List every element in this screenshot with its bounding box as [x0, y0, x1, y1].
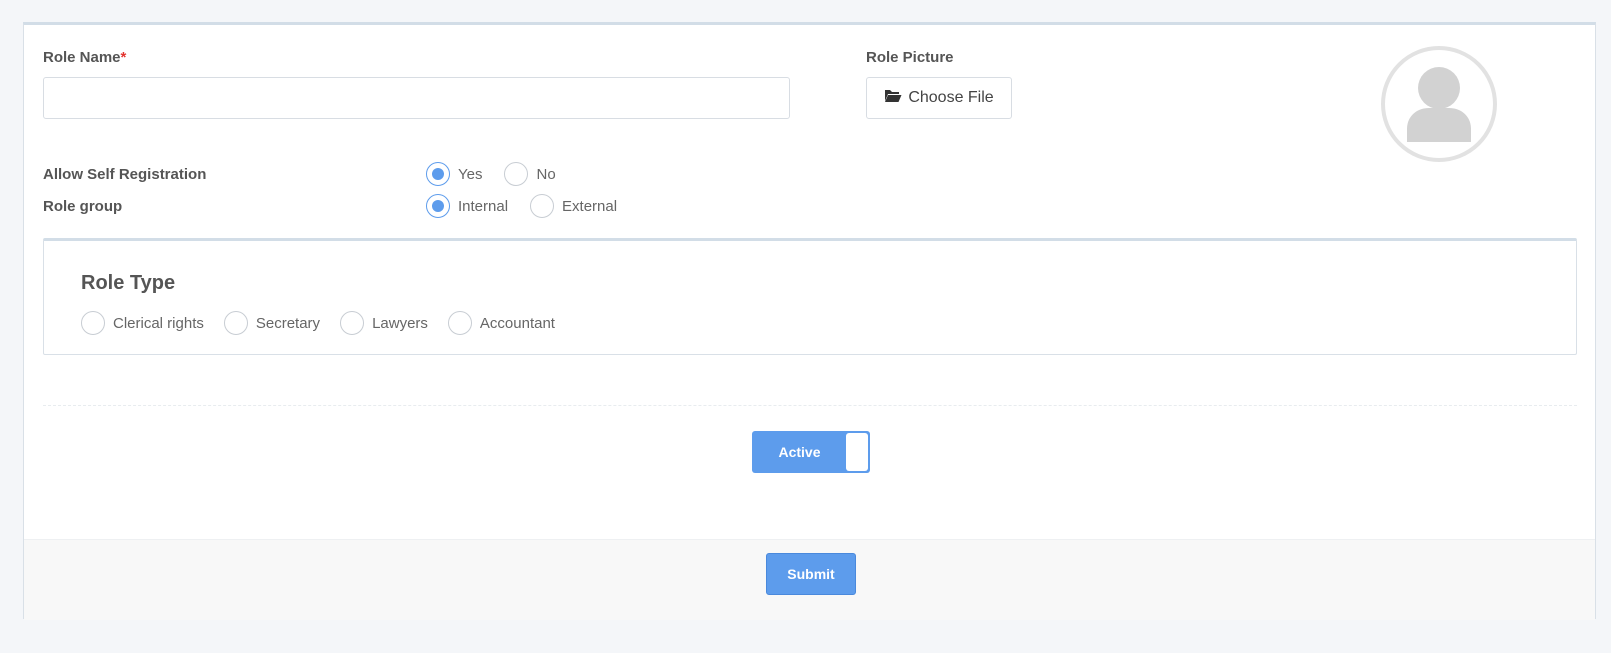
radio-label: Internal [458, 197, 509, 215]
radio-circle-checked[interactable] [426, 194, 450, 218]
active-status-toggle[interactable]: Active [752, 431, 870, 473]
role-type-radio-group: Clerical rights Secretary Lawyers Accoun… [81, 311, 577, 335]
role-name-input[interactable] [43, 77, 790, 119]
section-divider [43, 405, 1577, 406]
radio-circle[interactable] [504, 162, 529, 186]
required-mark: * [120, 49, 127, 66]
role-type-lawyers-radio[interactable]: Lawyers [340, 311, 428, 335]
choose-file-label: Choose File [908, 89, 994, 106]
role-form-card: Role Name* Role Picture Choose File Allo… [23, 22, 1596, 620]
role-avatar [1381, 46, 1497, 162]
folder-open-icon [884, 88, 908, 108]
role-group-internal-radio[interactable]: Internal [426, 194, 508, 218]
user-placeholder-icon [1407, 67, 1471, 142]
role-name-label-text: Role Name [43, 49, 121, 66]
role-picture-label: Role Picture [866, 49, 954, 66]
role-group-external-radio[interactable]: External [530, 194, 617, 218]
role-type-accountant-radio[interactable]: Accountant [447, 311, 555, 335]
choose-file-button[interactable]: Choose File [866, 77, 1012, 119]
radio-circle[interactable] [530, 194, 555, 218]
radio-label: Lawyers [372, 314, 428, 332]
role-group-radio-group: Internal External [426, 194, 639, 218]
radio-label: Yes [458, 165, 483, 183]
radio-circle[interactable] [81, 311, 105, 335]
self-registration-no-radio[interactable]: No [504, 162, 556, 186]
radio-circle[interactable] [340, 311, 365, 335]
self-registration-yes-radio[interactable]: Yes [426, 162, 482, 186]
radio-circle[interactable] [223, 311, 248, 335]
radio-label: External [562, 197, 618, 215]
role-type-clerical-rights-radio[interactable]: Clerical rights [81, 311, 204, 335]
role-name-label: Role Name* [43, 49, 126, 66]
toggle-knob[interactable] [846, 433, 868, 471]
radio-label: Secretary [255, 314, 321, 332]
radio-label: Clerical rights [113, 314, 204, 332]
radio-label: No [536, 165, 556, 183]
role-type-title: Role Type [81, 272, 176, 294]
radio-circle-checked[interactable] [426, 162, 450, 186]
radio-label: Accountant [479, 314, 555, 332]
toggle-label: Active [778, 444, 821, 460]
role-type-secretary-radio[interactable]: Secretary [223, 311, 321, 335]
radio-circle[interactable] [447, 311, 472, 335]
self-registration-label: Allow Self Registration [43, 166, 207, 183]
role-type-panel: Role Type Clerical rights Secretary Lawy… [43, 238, 1577, 355]
form-footer: Submit [24, 539, 1595, 620]
submit-button[interactable]: Submit [766, 553, 856, 595]
self-registration-radio-group: Yes No [426, 162, 578, 186]
role-group-label: Role group [43, 198, 123, 215]
